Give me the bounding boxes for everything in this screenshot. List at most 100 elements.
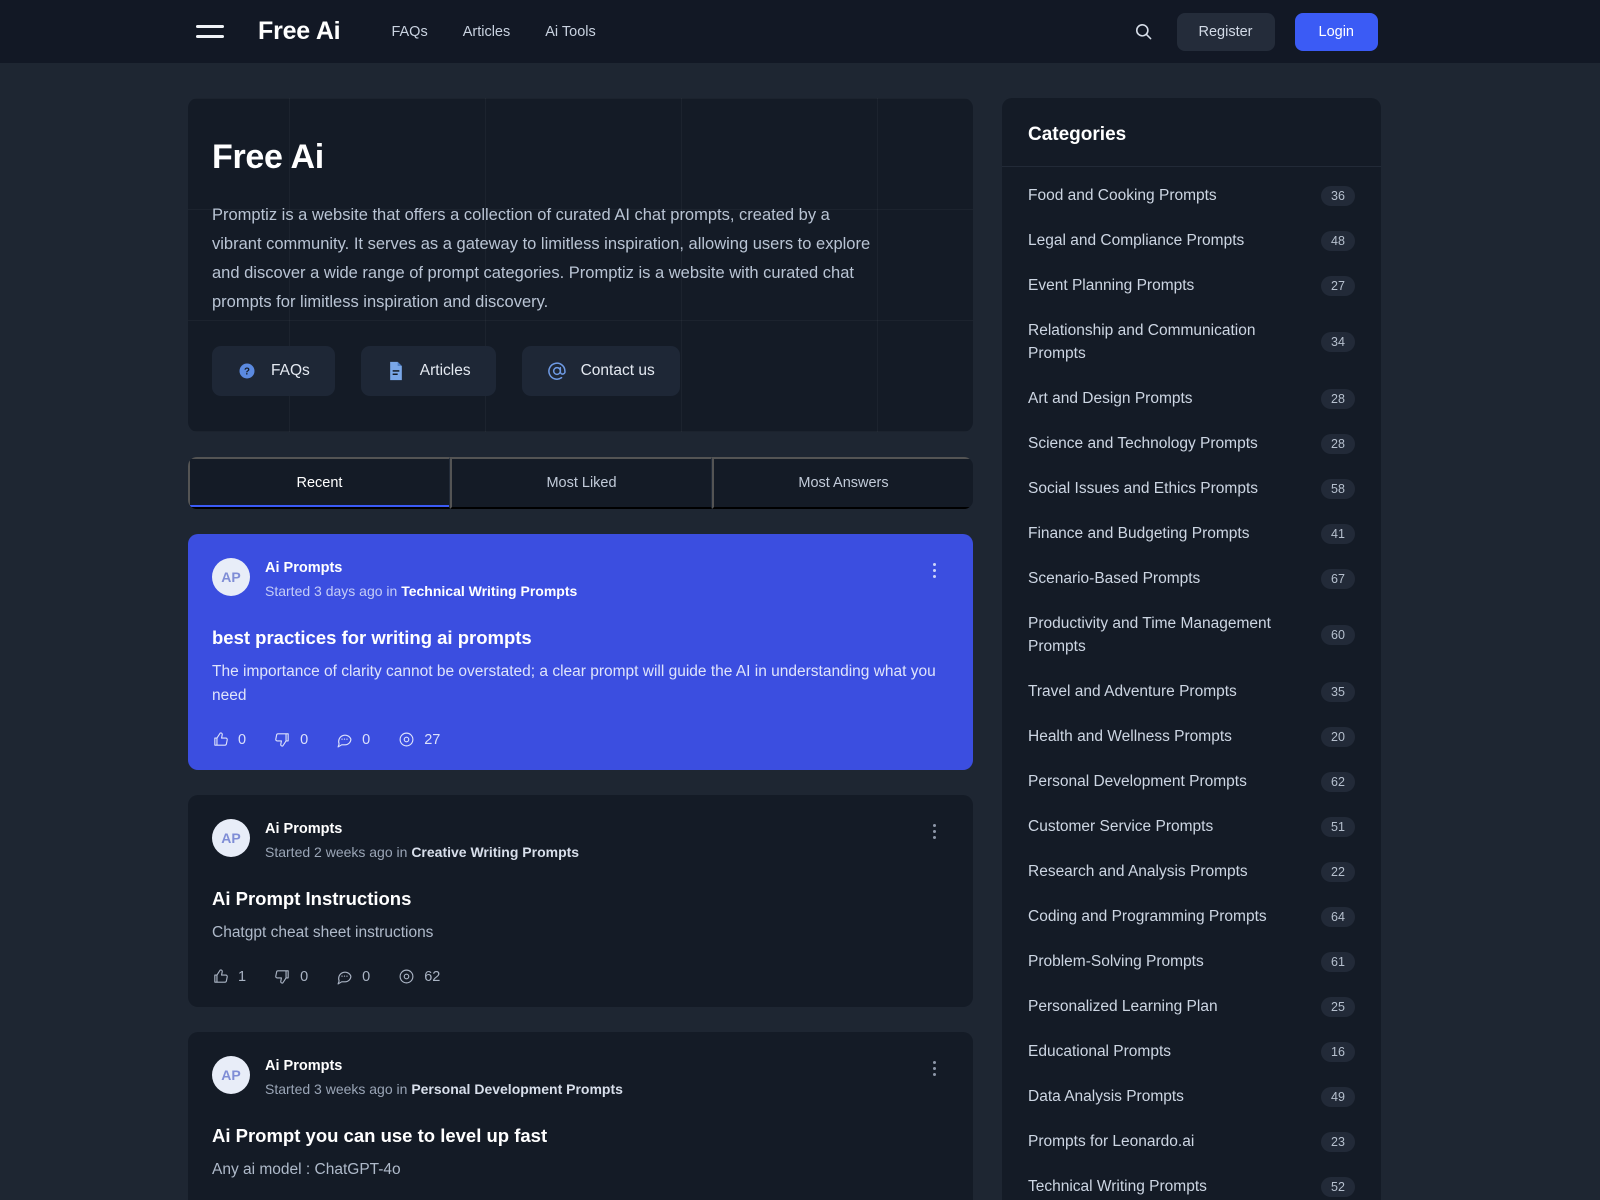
category-name: Legal and Compliance Prompts bbox=[1028, 232, 1245, 249]
post-author: Ai Prompts bbox=[265, 560, 343, 576]
category-count-badge: 34 bbox=[1321, 332, 1355, 352]
category-name: Research and Analysis Prompts bbox=[1028, 863, 1248, 880]
category-row[interactable]: Scenario-Based Prompts 67 bbox=[1002, 556, 1381, 601]
category-count-badge: 48 bbox=[1321, 230, 1355, 251]
dislike-count: 0 bbox=[300, 968, 309, 985]
post-stats: 0 0 0 27 bbox=[212, 731, 949, 748]
more-options-icon[interactable] bbox=[925, 560, 943, 580]
post-card[interactable]: AP Ai Prompts Started 3 days ago in Tech… bbox=[188, 534, 973, 770]
view-stat: 27 bbox=[398, 731, 440, 748]
post-started-text: Started 2 weeks ago in bbox=[265, 844, 412, 860]
tab-recent[interactable]: Recent bbox=[188, 457, 450, 509]
post-subtitle: Started 2 weeks ago in Creative Writing … bbox=[265, 841, 579, 863]
category-count-badge: 35 bbox=[1321, 681, 1355, 702]
register-button[interactable]: Register bbox=[1176, 12, 1275, 51]
main-column: Free Ai Promptiz is a website that offer… bbox=[188, 98, 973, 1200]
post-category-link[interactable]: Technical Writing Prompts bbox=[401, 583, 577, 599]
tab-most-answers[interactable]: Most Answers bbox=[712, 457, 973, 509]
brand-logo[interactable]: Free Ai bbox=[258, 17, 341, 46]
category-name: Art and Design Prompts bbox=[1028, 390, 1193, 407]
nav-item-articles[interactable]: Articles bbox=[463, 24, 511, 40]
category-name: Scenario-Based Prompts bbox=[1028, 570, 1201, 587]
post-excerpt: Any ai model : ChatGPT-4o bbox=[212, 1161, 401, 1178]
category-row[interactable]: Travel and Adventure Prompts 35 bbox=[1002, 669, 1381, 714]
category-row[interactable]: Prompts for Leonardo.ai 23 bbox=[1002, 1119, 1381, 1164]
category-count-badge: 61 bbox=[1321, 951, 1355, 972]
hero-description: Promptiz is a website that offers a coll… bbox=[212, 206, 871, 311]
category-row[interactable]: Event Planning Prompts 27 bbox=[1002, 263, 1381, 308]
more-options-icon[interactable] bbox=[925, 1058, 943, 1078]
post-subtitle: Started 3 weeks ago in Personal Developm… bbox=[265, 1078, 623, 1100]
like-stat[interactable]: 1 bbox=[212, 968, 246, 985]
view-count: 62 bbox=[424, 968, 441, 985]
tab-most-liked[interactable]: Most Liked bbox=[450, 457, 712, 509]
like-stat[interactable]: 0 bbox=[212, 731, 246, 748]
category-row[interactable]: Problem-Solving Prompts 61 bbox=[1002, 939, 1381, 984]
question-circle-icon: ? bbox=[237, 361, 257, 381]
post-title[interactable]: Ai Prompt Instructions bbox=[212, 888, 949, 910]
main-nav: FAQs Articles Ai Tools bbox=[391, 24, 595, 40]
post-category-link[interactable]: Personal Development Prompts bbox=[411, 1081, 623, 1097]
category-row[interactable]: Research and Analysis Prompts 22 bbox=[1002, 849, 1381, 894]
post-category-link[interactable]: Creative Writing Prompts bbox=[411, 844, 579, 860]
category-name: Coding and Programming Prompts bbox=[1028, 908, 1267, 925]
nav-item-ai-tools[interactable]: Ai Tools bbox=[545, 24, 596, 40]
category-row[interactable]: Social Issues and Ethics Prompts 58 bbox=[1002, 466, 1381, 511]
category-name: Personal Development Prompts bbox=[1028, 773, 1247, 790]
category-name: Health and Wellness Prompts bbox=[1028, 728, 1232, 745]
category-row[interactable]: Science and Technology Prompts 28 bbox=[1002, 421, 1381, 466]
category-name: Personalized Learning Plan bbox=[1028, 998, 1218, 1015]
category-row[interactable]: Legal and Compliance Prompts 48 bbox=[1002, 218, 1381, 263]
dislike-stat[interactable]: 0 bbox=[274, 968, 308, 985]
category-row[interactable]: Art and Design Prompts 28 bbox=[1002, 376, 1381, 421]
category-count-badge: 16 bbox=[1321, 1041, 1355, 1062]
contact-us-button[interactable]: Contact us bbox=[521, 346, 680, 396]
header-actions: Register Login bbox=[1131, 12, 1378, 51]
dislike-stat[interactable]: 0 bbox=[274, 731, 308, 748]
category-row[interactable]: Data Analysis Prompts 49 bbox=[1002, 1074, 1381, 1119]
category-row[interactable]: Relationship and Communication Prompts 34 bbox=[1002, 308, 1381, 376]
category-row[interactable]: Personalized Learning Plan 25 bbox=[1002, 984, 1381, 1029]
post-title[interactable]: best practices for writing ai prompts bbox=[212, 627, 949, 649]
category-name: Social Issues and Ethics Prompts bbox=[1028, 480, 1259, 497]
top-header: Free Ai FAQs Articles Ai Tools Register … bbox=[0, 0, 1600, 63]
category-row[interactable]: Productivity and Time Management Prompts… bbox=[1002, 601, 1381, 669]
articles-button-label: Articles bbox=[419, 362, 471, 379]
login-button[interactable]: Login bbox=[1294, 12, 1378, 51]
categories-title: Categories bbox=[1028, 124, 1127, 145]
category-row[interactable]: Food and Cooking Prompts 36 bbox=[1002, 173, 1381, 218]
category-row[interactable]: Coding and Programming Prompts 64 bbox=[1002, 894, 1381, 939]
category-row[interactable]: Health and Wellness Prompts 20 bbox=[1002, 714, 1381, 759]
post-title[interactable]: Ai Prompt you can use to level up fast bbox=[212, 1125, 949, 1147]
nav-item-faqs[interactable]: FAQs bbox=[391, 24, 427, 40]
category-name: Finance and Budgeting Prompts bbox=[1028, 525, 1250, 542]
document-icon bbox=[386, 361, 406, 381]
faqs-button[interactable]: ? FAQs bbox=[212, 346, 335, 396]
post-card[interactable]: AP Ai Prompts Started 3 weeks ago in Per… bbox=[188, 1032, 973, 1200]
category-count-badge: 22 bbox=[1321, 861, 1355, 882]
category-row[interactable]: Finance and Budgeting Prompts 41 bbox=[1002, 511, 1381, 556]
category-row[interactable]: Educational Prompts 16 bbox=[1002, 1029, 1381, 1074]
view-stat: 62 bbox=[398, 968, 440, 985]
hamburger-icon[interactable] bbox=[196, 22, 224, 42]
comment-stat[interactable]: 0 bbox=[336, 968, 370, 985]
category-name: Event Planning Prompts bbox=[1028, 277, 1195, 294]
category-count-badge: 28 bbox=[1321, 388, 1355, 409]
category-row[interactable]: Personal Development Prompts 62 bbox=[1002, 759, 1381, 804]
comment-stat[interactable]: 0 bbox=[336, 731, 370, 748]
category-row[interactable]: Customer Service Prompts 51 bbox=[1002, 804, 1381, 849]
post-subtitle: Started 3 days ago in Technical Writing … bbox=[265, 580, 577, 602]
category-count-badge: 51 bbox=[1321, 816, 1355, 837]
category-row[interactable]: Technical Writing Prompts 52 bbox=[1002, 1164, 1381, 1200]
articles-button[interactable]: Articles bbox=[360, 346, 496, 396]
category-name: Customer Service Prompts bbox=[1028, 818, 1214, 835]
category-count-badge: 64 bbox=[1321, 906, 1355, 927]
search-icon[interactable] bbox=[1131, 19, 1157, 45]
post-card[interactable]: AP Ai Prompts Started 2 weeks ago in Cre… bbox=[188, 795, 973, 1007]
category-count-badge: 58 bbox=[1321, 478, 1355, 499]
sort-tabs: Recent Most Liked Most Answers bbox=[188, 457, 973, 509]
category-count-badge: 52 bbox=[1321, 1176, 1355, 1197]
more-options-icon[interactable] bbox=[925, 821, 943, 841]
category-name: Science and Technology Prompts bbox=[1028, 435, 1258, 452]
like-count: 1 bbox=[238, 968, 247, 985]
